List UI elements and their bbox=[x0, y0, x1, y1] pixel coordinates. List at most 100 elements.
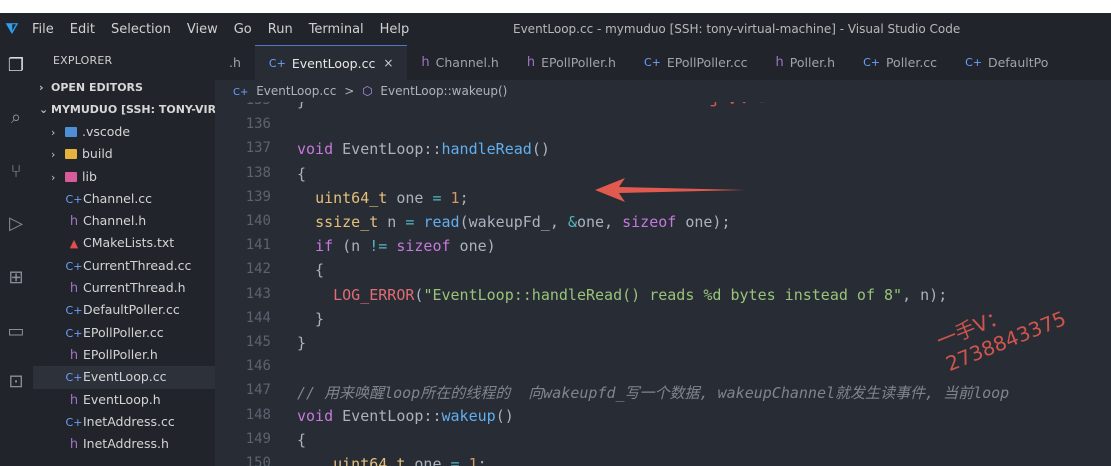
tree-item[interactable]: h EventLoop.h bbox=[33, 389, 215, 411]
code-line[interactable]: { bbox=[297, 165, 306, 183]
line-number: 150 bbox=[245, 455, 271, 466]
explorer-icon[interactable]: ❐ bbox=[5, 55, 27, 77]
menu-view[interactable]: View bbox=[179, 22, 226, 37]
editor-tab[interactable]: C+ Poller.cc bbox=[849, 45, 951, 80]
code-line[interactable]: { bbox=[297, 261, 324, 279]
code-editor[interactable]: 135 136 137 138 139 140 141 142 143 144 145 146 147 1… bbox=[215, 102, 1111, 466]
tree-item[interactable]: C+DefaultPoller.cc bbox=[33, 299, 215, 321]
code-line[interactable]: // 用来唤醒loop所在的线程的 向wakeupfd_写一个数据, wakeu… bbox=[297, 382, 1009, 403]
editor-tab[interactable]: C+ DefaultPo bbox=[951, 45, 1062, 80]
tree-item[interactable]: C+CurrentThread.cc bbox=[33, 255, 215, 277]
annotation-arrow bbox=[595, 178, 745, 202]
tree-item-label: InetAddress.cc bbox=[83, 413, 175, 429]
line-number: 141 bbox=[245, 237, 271, 254]
chevron-down-icon: ⌄ bbox=[39, 103, 49, 116]
breadcrumb-symbol[interactable]: EventLoop::wakeup() bbox=[380, 84, 507, 98]
cpp-file-icon: C+ bbox=[863, 56, 880, 69]
tree-item[interactable]: › lib bbox=[33, 166, 215, 188]
line-number-gutter: 135 136 137 138 139 140 141 142 143 144 145 146 147 1… bbox=[215, 102, 277, 466]
cpp-file-icon: C+ bbox=[65, 304, 83, 318]
tree-item-label: CMakeLists.txt bbox=[83, 235, 175, 251]
code-line[interactable]: void EventLoop::handleRead() bbox=[297, 140, 550, 158]
code-line[interactable]: if (n != sizeof one) bbox=[297, 237, 496, 255]
editor-tab[interactable]: C+ EPollPoller.cc bbox=[630, 45, 762, 80]
tab-label: Poller.h bbox=[789, 55, 836, 70]
menu-edit[interactable]: Edit bbox=[62, 22, 103, 37]
line-number: 148 bbox=[245, 406, 271, 423]
tree-item-label: build bbox=[82, 146, 113, 162]
tree-item-label: CurrentThread.cc bbox=[83, 257, 192, 273]
code-line[interactable]: ssize_t n = read(wakeupFd_, &one, sizeof… bbox=[297, 213, 730, 231]
close-icon[interactable]: × bbox=[383, 46, 393, 81]
tree-item[interactable]: h CurrentThread.h bbox=[33, 277, 215, 299]
editor-tab[interactable]: .h bbox=[215, 45, 255, 80]
editor-tab[interactable]: C+ EventLoop.cc × bbox=[254, 45, 408, 81]
header-file-icon: h bbox=[526, 55, 536, 70]
menu-terminal[interactable]: Terminal bbox=[301, 22, 372, 37]
run-debug-icon[interactable]: ▷ bbox=[5, 213, 27, 235]
cpp-file-icon: C+ bbox=[65, 415, 83, 429]
tree-item-label: Channel.cc bbox=[83, 190, 153, 206]
tree-item[interactable]: › .vscode bbox=[33, 121, 215, 143]
code-line[interactable]: } bbox=[297, 310, 324, 328]
code-line[interactable]: } bbox=[297, 334, 306, 352]
chevron-right-icon: › bbox=[51, 148, 56, 162]
editor-tab[interactable]: h Channel.h bbox=[407, 45, 512, 80]
code-line[interactable]: uint64_t one = 1; bbox=[297, 189, 469, 207]
tree-item[interactable]: h EPollPoller.h bbox=[33, 344, 215, 366]
open-editors-section[interactable]: › OPEN EDITORS bbox=[33, 77, 215, 99]
tree-item[interactable]: C+Channel.cc bbox=[33, 188, 215, 210]
remote-explorer-icon[interactable]: ▭ bbox=[5, 321, 27, 343]
folder-icon bbox=[65, 127, 77, 137]
code-line[interactable]: } bbox=[297, 102, 306, 110]
cpp-file-icon: C+ bbox=[965, 56, 982, 69]
menu-run[interactable]: Run bbox=[260, 22, 301, 37]
chevron-right-icon: › bbox=[51, 126, 56, 139]
tree-item-label: CurrentThread.h bbox=[83, 280, 186, 296]
tree-item[interactable]: h Channel.h bbox=[33, 210, 215, 232]
tree-item[interactable]: C+InetAddress.cc bbox=[33, 411, 215, 433]
menu-selection[interactable]: Selection bbox=[103, 22, 179, 37]
header-file-icon: h bbox=[69, 392, 79, 408]
tree-item[interactable]: C+EPollPoller.cc bbox=[33, 322, 215, 344]
explorer-sidebar: EXPLORER › OPEN EDITORS ⌄ MYMUDUO [SSH: TO… bbox=[33, 45, 215, 466]
docker-icon[interactable]: ⊡ bbox=[5, 371, 27, 393]
extensions-icon[interactable]: ⊞ bbox=[5, 267, 27, 289]
line-number: 135 bbox=[215, 102, 271, 108]
vscode-logo-icon: ⧨ bbox=[5, 21, 19, 37]
code-line[interactable]: LOG_ERROR("EventLoop::handleRead() reads… bbox=[297, 286, 947, 304]
cpp-file-icon: C+ bbox=[233, 87, 249, 98]
tree-item[interactable]: › build bbox=[33, 143, 215, 165]
line-number: 147 bbox=[245, 382, 271, 399]
tree-item-label: DefaultPoller.cc bbox=[83, 302, 180, 318]
menu-file[interactable]: File bbox=[24, 22, 62, 37]
code-line[interactable]: uint64_t one = 1; bbox=[297, 455, 487, 466]
header-file-icon: h bbox=[69, 281, 79, 297]
tab-label: .h bbox=[229, 55, 241, 70]
cpp-file-icon: C+ bbox=[268, 56, 286, 70]
project-section[interactable]: ⌄ MYMUDUO [SSH: TONY-VIR... bbox=[33, 99, 215, 121]
menu-go[interactable]: Go bbox=[226, 22, 260, 37]
search-icon[interactable]: ⌕ bbox=[5, 107, 27, 129]
code-line[interactable]: void EventLoop::wakeup() bbox=[297, 407, 514, 425]
folder-icon bbox=[65, 171, 77, 182]
tree-item[interactable]: h InetAddress.h bbox=[33, 433, 215, 455]
tree-item-label: EventLoop.cc bbox=[83, 369, 167, 385]
tree-item[interactable]: C+EventLoop.cc bbox=[33, 366, 215, 389]
line-number: 146 bbox=[245, 358, 271, 375]
editor-tabs: .h C+ EventLoop.cc × h Channel.h h EPollPoller.… bbox=[215, 45, 1111, 80]
code-line[interactable]: { bbox=[297, 431, 306, 449]
menu-help[interactable]: Help bbox=[372, 22, 418, 37]
tree-item[interactable]: ▲ CMakeLists.txt bbox=[33, 232, 215, 254]
header-file-icon: h bbox=[775, 55, 784, 70]
breadcrumb-file[interactable]: EventLoop.cc bbox=[256, 84, 336, 98]
header-file-icon: h bbox=[69, 437, 79, 453]
line-number: 138 bbox=[245, 164, 271, 181]
source-control-icon[interactable]: ⑂ bbox=[5, 161, 27, 183]
tree-item-label: EPollPoller.cc bbox=[83, 324, 164, 340]
editor-tab[interactable]: h EPollPoller.h bbox=[513, 45, 630, 80]
tree-item-label: lib bbox=[82, 168, 97, 184]
line-number: 145 bbox=[245, 334, 271, 350]
editor-tab[interactable]: h Poller.h bbox=[762, 45, 850, 80]
breadcrumb-separator: > bbox=[344, 84, 355, 98]
